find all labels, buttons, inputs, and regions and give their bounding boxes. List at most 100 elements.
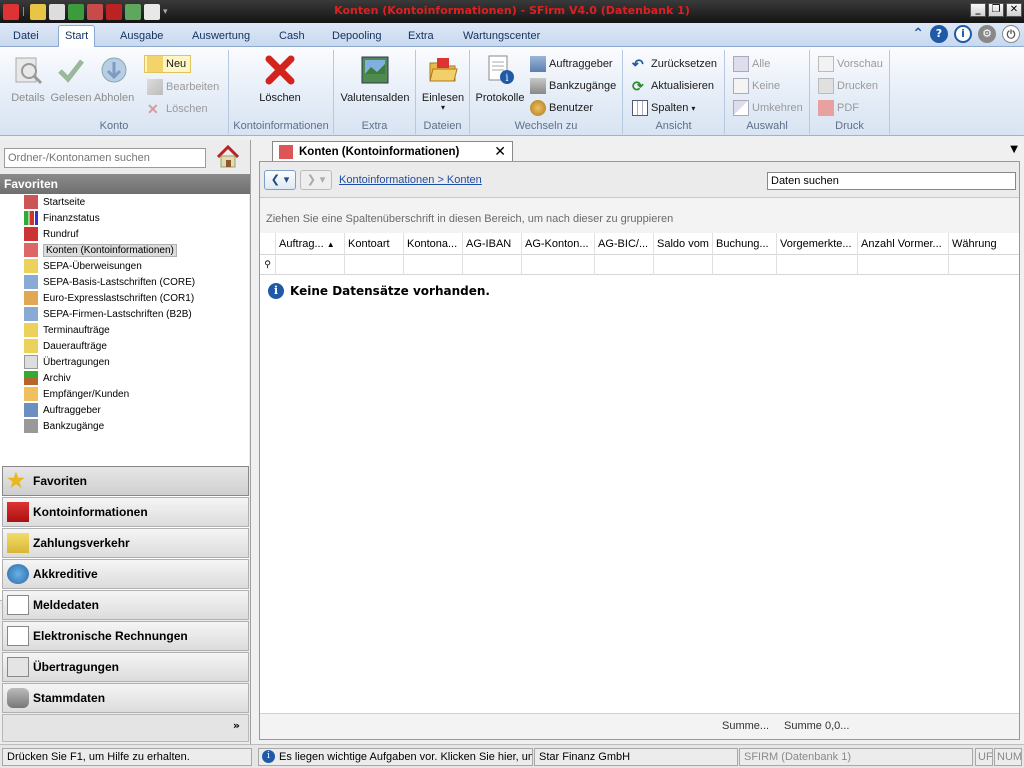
filter-cell[interactable] bbox=[276, 255, 345, 275]
minimize-button[interactable]: _ bbox=[970, 3, 986, 17]
column-header-ag-bic[interactable]: AG-BIC/... bbox=[595, 233, 654, 255]
notepad-icon[interactable] bbox=[30, 3, 46, 20]
tree-item-bankzugaenge[interactable]: Bankzugänge bbox=[24, 418, 104, 434]
nav-more-button[interactable]: » bbox=[2, 714, 249, 742]
filter-icon[interactable]: ⚲ bbox=[260, 255, 276, 275]
help-icon[interactable]: ? bbox=[930, 25, 948, 43]
tab-datei[interactable]: Datei bbox=[7, 26, 45, 47]
column-header-kontoname[interactable]: Kontona... bbox=[404, 233, 463, 255]
filter-cell[interactable] bbox=[777, 255, 858, 275]
column-header-waehrung[interactable]: Währung bbox=[949, 233, 1019, 255]
tree-item-rundruf[interactable]: Rundruf bbox=[24, 226, 79, 242]
alle-button[interactable]: Alle bbox=[733, 55, 770, 73]
bearbeiten-button[interactable]: Bearbeiten bbox=[147, 78, 219, 96]
filter-cell[interactable] bbox=[345, 255, 404, 275]
protokolle-button[interactable]: i Protokolle bbox=[474, 54, 526, 104]
benutzer-button[interactable]: Benutzer bbox=[530, 99, 593, 117]
app-icon[interactable] bbox=[3, 3, 19, 20]
gear-icon[interactable]: ⚙ bbox=[978, 25, 996, 43]
neu-button[interactable]: Neu bbox=[144, 55, 192, 73]
filter-cell[interactable] bbox=[858, 255, 949, 275]
tree-item-empfaenger-kunden[interactable]: Empfänger/Kunden bbox=[24, 386, 129, 402]
auftraggeber-button[interactable]: Auftraggeber bbox=[530, 55, 613, 73]
gelesen-button[interactable]: Gelesen bbox=[50, 54, 92, 104]
tab-auswertung[interactable]: Auswertung bbox=[186, 26, 256, 47]
nav-kontoinformationen[interactable]: Kontoinformationen bbox=[2, 497, 249, 527]
collapse-ribbon-icon[interactable]: ⌃ bbox=[912, 26, 924, 42]
filter-cell[interactable] bbox=[713, 255, 777, 275]
status-tasks-link[interactable]: i Es liegen wichtige Aufgaben vor. Klick… bbox=[258, 748, 533, 766]
tab-start[interactable]: Start bbox=[58, 25, 96, 48]
tab-extra[interactable]: Extra bbox=[402, 26, 440, 47]
zuruecksetzen-button[interactable]: ↶ Zurücksetzen bbox=[632, 55, 717, 73]
customize-icon[interactable]: ▾ bbox=[163, 7, 168, 17]
column-header-ag-iban[interactable]: AG-IBAN bbox=[463, 233, 522, 255]
close-tab-icon[interactable]: ✕ bbox=[494, 143, 506, 160]
tree-item-finanzstatus[interactable]: Finanzstatus bbox=[24, 210, 100, 226]
details-button[interactable]: Details bbox=[8, 54, 48, 104]
column-header-auftraggeber[interactable]: Auftrag... ▲ bbox=[276, 233, 345, 255]
spalten-button[interactable]: Spalten ▾ bbox=[632, 99, 695, 117]
tab-ausgabe[interactable]: Ausgabe bbox=[114, 26, 169, 47]
export-icon[interactable] bbox=[125, 3, 141, 20]
mail-icon[interactable] bbox=[49, 3, 65, 20]
filter-cell[interactable] bbox=[404, 255, 463, 275]
filter-cell[interactable] bbox=[654, 255, 713, 275]
breadcrumb[interactable]: Kontoinformationen > Konten bbox=[339, 174, 482, 186]
power-icon[interactable]: ⏻ bbox=[1002, 25, 1020, 43]
document-icon[interactable] bbox=[144, 3, 160, 20]
nav-uebertragungen[interactable]: Übertragungen bbox=[2, 652, 249, 682]
filter-cell[interactable] bbox=[463, 255, 522, 275]
tab-cash[interactable]: Cash bbox=[273, 26, 311, 47]
list-icon[interactable] bbox=[106, 3, 122, 20]
valutensalden-button[interactable]: Valutensalden bbox=[339, 54, 411, 104]
forward-button[interactable]: ❯ ▾ bbox=[300, 170, 332, 190]
bankzugaenge-button[interactable]: Bankzugänge bbox=[530, 77, 616, 95]
column-header-anzahl-vormerkungen[interactable]: Anzahl Vormer... bbox=[858, 233, 949, 255]
tab-list-dropdown-icon[interactable]: ▼ bbox=[1010, 144, 1018, 155]
abholen-button[interactable]: Abholen bbox=[93, 54, 135, 104]
maximize-button[interactable]: ❐ bbox=[988, 3, 1004, 17]
close-button[interactable]: ✕ bbox=[1006, 3, 1022, 17]
vorschau-button[interactable]: Vorschau bbox=[818, 55, 883, 73]
filter-cell[interactable] bbox=[522, 255, 595, 275]
filter-cell[interactable] bbox=[949, 255, 1019, 275]
tree-item-dauerauftraege[interactable]: Daueraufträge bbox=[24, 338, 107, 354]
tab-wartungscenter[interactable]: Wartungscenter bbox=[457, 26, 546, 47]
tree-item-auftraggeber[interactable]: Auftraggeber bbox=[24, 402, 101, 418]
nav-akkreditive[interactable]: Akkreditive bbox=[2, 559, 249, 589]
info-icon[interactable]: i bbox=[954, 25, 972, 43]
document-tab[interactable]: Konten (Kontoinformationen) ✕ bbox=[272, 141, 513, 161]
umkehren-button[interactable]: Umkehren bbox=[733, 99, 803, 117]
tab-depooling[interactable]: Depooling bbox=[326, 26, 388, 47]
play-icon[interactable] bbox=[68, 3, 84, 20]
tree-item-sepa-ueberweisungen[interactable]: SEPA-Überweisungen bbox=[24, 258, 142, 274]
kontoinfo-loeschen-button[interactable]: Löschen bbox=[255, 54, 305, 104]
nav-meldedaten[interactable]: Meldedaten bbox=[2, 590, 249, 620]
tree-item-konten[interactable]: Konten (Kontoinformationen) bbox=[24, 242, 177, 258]
pdf-button[interactable]: PDF bbox=[818, 99, 859, 117]
column-header-saldo-vom[interactable]: Saldo vom bbox=[654, 233, 713, 255]
filter-cell[interactable] bbox=[595, 255, 654, 275]
column-header-buchung[interactable]: Buchung... bbox=[713, 233, 777, 255]
folder-search-input[interactable] bbox=[5, 149, 205, 167]
tree-item-startseite[interactable]: Startseite bbox=[24, 194, 85, 210]
tree-item-sepa-firmen-lastschriften[interactable]: SEPA-Firmen-Lastschriften (B2B) bbox=[24, 306, 192, 322]
data-search-input[interactable] bbox=[768, 173, 1015, 189]
column-header-kontoart[interactable]: Kontoart bbox=[345, 233, 404, 255]
konto-loeschen-button[interactable]: ✕ Löschen bbox=[147, 100, 208, 118]
form-icon[interactable] bbox=[87, 3, 103, 20]
keine-button[interactable]: Keine bbox=[733, 77, 780, 95]
back-button[interactable]: ❮ ▾ bbox=[264, 170, 296, 190]
tree-item-archiv[interactable]: Archiv bbox=[24, 370, 71, 386]
nav-zahlungsverkehr[interactable]: Zahlungsverkehr bbox=[2, 528, 249, 558]
aktualisieren-button[interactable]: ⟳ Aktualisieren bbox=[632, 77, 714, 95]
column-header-vorgemerkte[interactable]: Vorgemerkte... bbox=[777, 233, 858, 255]
tree-item-euro-expresslastschriften[interactable]: Euro-Expresslastschriften (COR1) bbox=[24, 290, 194, 306]
tree-item-sepa-basis-lastschriften[interactable]: SEPA-Basis-Lastschriften (CORE) bbox=[24, 274, 195, 290]
nav-favoriten[interactable]: ★ Favoriten bbox=[2, 466, 249, 496]
home-icon[interactable] bbox=[215, 144, 241, 170]
tree-item-terminauftraege[interactable]: Terminaufträge bbox=[24, 322, 110, 338]
nav-stammdaten[interactable]: Stammdaten bbox=[2, 683, 249, 713]
drucken-button[interactable]: Drucken bbox=[818, 77, 878, 95]
